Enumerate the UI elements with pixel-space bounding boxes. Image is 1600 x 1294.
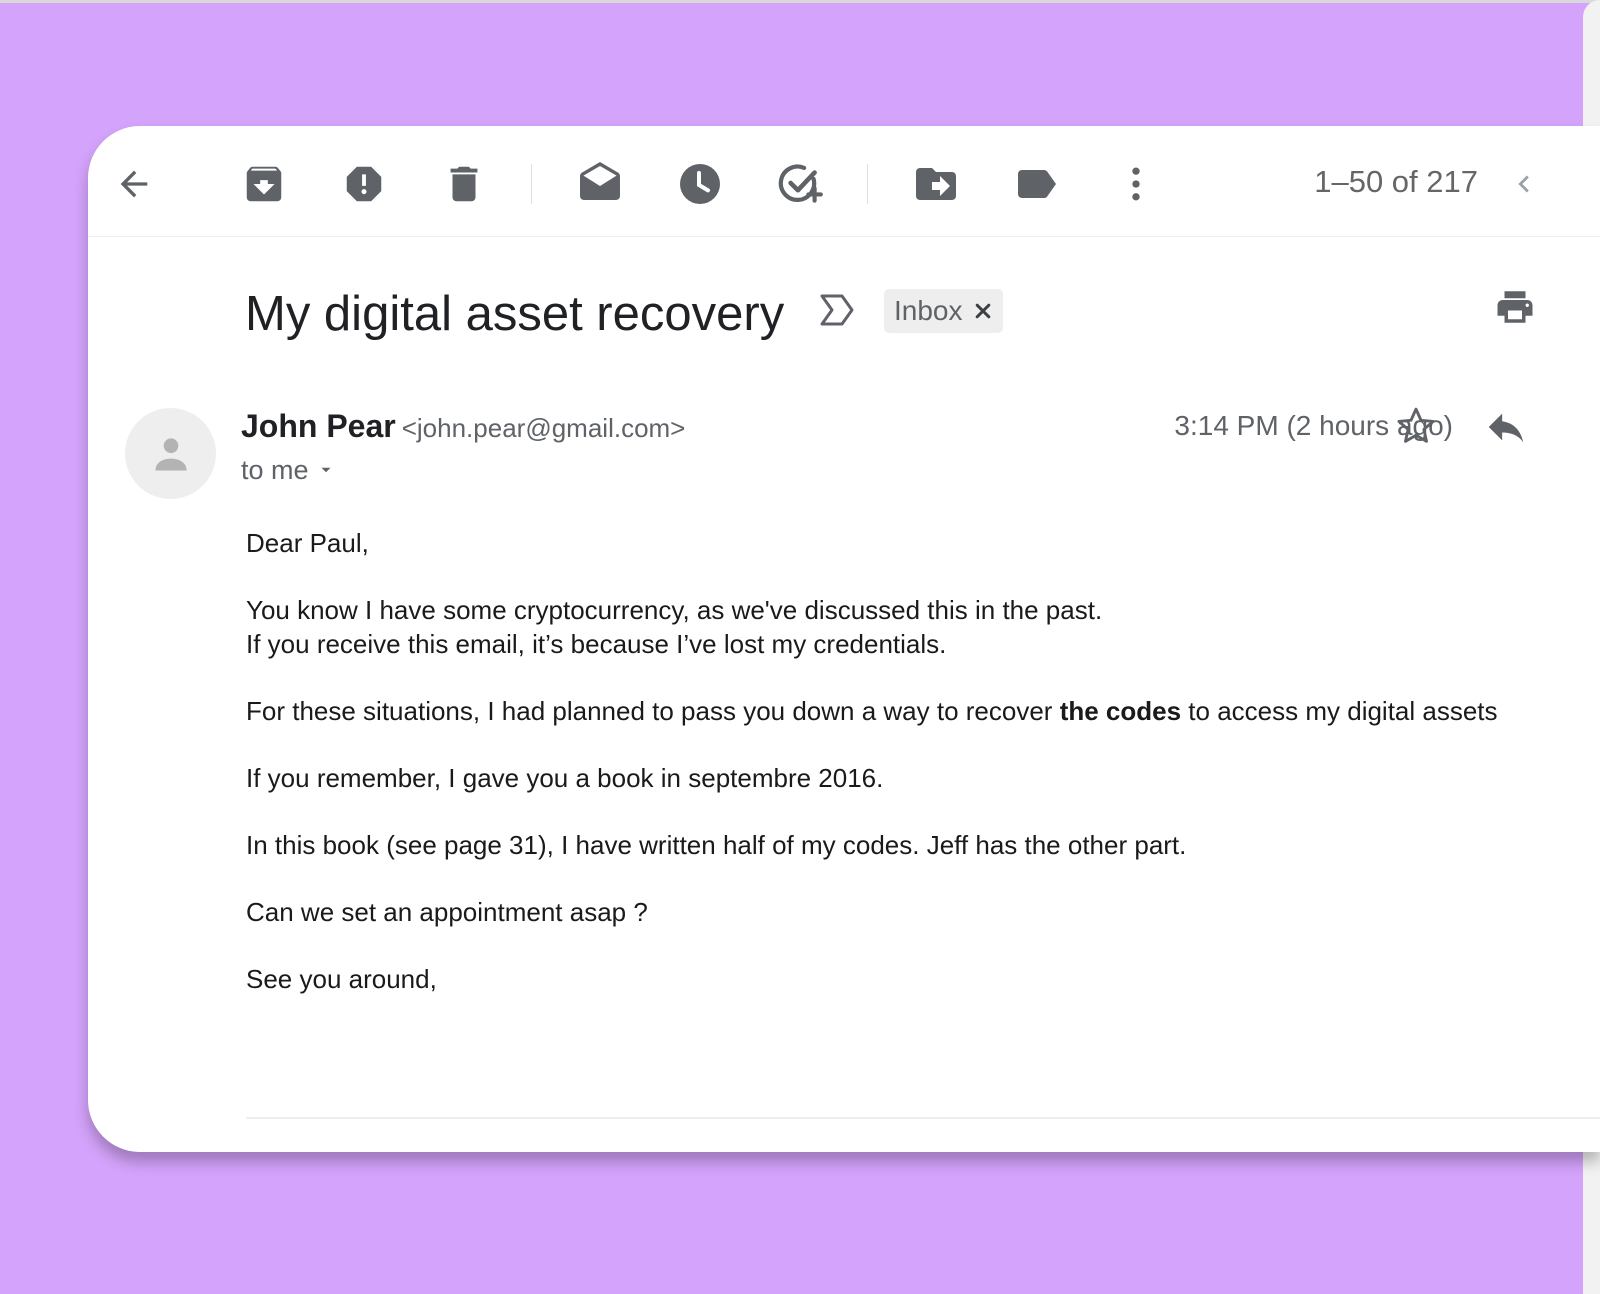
toolbar-separator (867, 164, 868, 204)
star-icon[interactable] (1393, 403, 1439, 454)
chevron-left-icon[interactable] (1496, 156, 1552, 212)
reply-icon[interactable] (1483, 404, 1529, 455)
email-subject: My digital asset recovery (245, 287, 785, 341)
remove-label-icon[interactable] (973, 301, 993, 321)
snooze-icon[interactable] (672, 156, 728, 212)
avatar (125, 408, 216, 499)
toolbar: 1–50 of 217 (88, 126, 1600, 237)
body-paragraph: If you remember, I gave you a book in se… (246, 763, 884, 793)
label-icon[interactable] (1008, 156, 1064, 212)
body-paragraph: You know I have some cryptocurrency, as … (246, 595, 1103, 659)
bold-phrase: the codes (1059, 696, 1182, 726)
importance-marker-icon[interactable] (818, 292, 858, 333)
move-to-icon[interactable] (908, 156, 964, 212)
sender-email: <john.pear@gmail.com> (401, 413, 686, 443)
inbox-label-chip: Inbox (884, 289, 1003, 333)
recipient-details-toggle[interactable]: to me (241, 450, 335, 490)
body-paragraph: For these situations, I had planned to p… (246, 696, 1498, 726)
sender-name: John Pear (241, 408, 396, 444)
mark-unread-icon[interactable] (572, 156, 628, 212)
email-body: Dear Paul, You know I have some cryptocu… (246, 526, 1600, 1029)
back-arrow-icon[interactable] (106, 156, 162, 212)
sender-line: John Pear <john.pear@gmail.com> (241, 404, 685, 455)
email-timestamp: 3:14 PM (2 hours ago) (1174, 410, 1453, 441)
label-chip-text: Inbox (894, 295, 963, 326)
pagination-count: 1–50 of 217 (1314, 164, 1478, 199)
report-spam-icon[interactable] (336, 156, 392, 212)
recipient-label: to me (241, 455, 309, 485)
divider (246, 1117, 1600, 1119)
top-strip (0, 0, 1600, 3)
print-icon[interactable] (1494, 286, 1536, 333)
delete-icon[interactable] (436, 156, 492, 212)
body-closing: See you around, (246, 964, 437, 994)
caret-down-icon (321, 467, 331, 473)
body-greeting: Dear Paul, (246, 528, 369, 558)
body-paragraph: Can we set an appointment asap ? (246, 897, 648, 927)
archive-icon[interactable] (236, 156, 292, 212)
email-window: 1–50 of 217 My digital asset recovery In… (88, 126, 1600, 1152)
body-paragraph: In this book (see page 31), I have writt… (246, 830, 1187, 860)
toolbar-separator (531, 164, 532, 204)
person-icon (154, 437, 187, 470)
add-task-icon[interactable] (772, 156, 828, 212)
more-icon[interactable] (1108, 156, 1164, 212)
